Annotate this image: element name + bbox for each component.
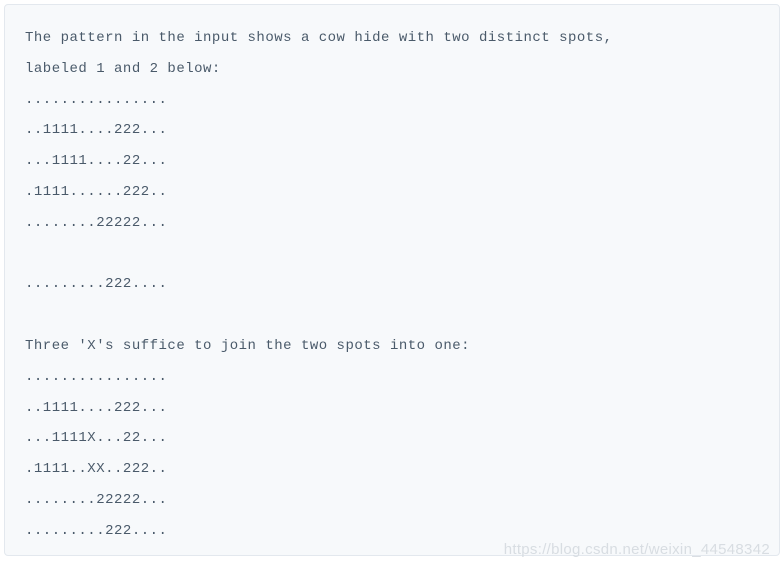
mid-text: Three 'X's suffice to join the two spots…: [25, 338, 470, 354]
grid-2: ................ ..1111....222... ...111…: [25, 369, 167, 539]
grid-1: ................ ..1111....222... ...111…: [25, 92, 167, 293]
code-block: The pattern in the input shows a cow hid…: [4, 4, 780, 556]
intro-text: The pattern in the input shows a cow hid…: [25, 30, 613, 77]
